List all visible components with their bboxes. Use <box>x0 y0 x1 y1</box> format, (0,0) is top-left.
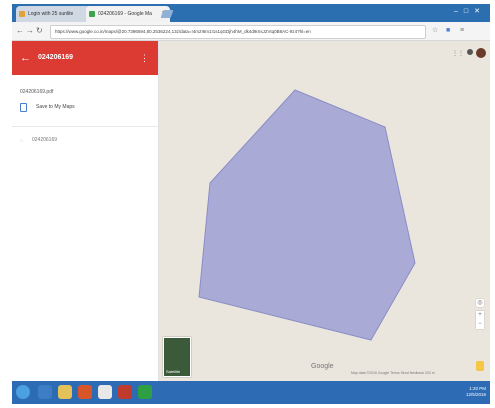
save-label: Save to My Maps <box>36 104 75 110</box>
more-options-icon[interactable]: ⋮ <box>140 52 149 64</box>
back-arrow-icon[interactable]: ← <box>20 52 31 64</box>
maps-favicon-icon <box>89 11 95 17</box>
avatar[interactable] <box>476 48 486 58</box>
street-view-pegman-icon[interactable] <box>476 361 484 371</box>
app-icon[interactable] <box>118 385 132 399</box>
my-location-icon[interactable]: ◎ <box>476 299 484 307</box>
browser-tab-strip: Login with 25 sunlite ✕ 024206169 - Goog… <box>12 4 490 22</box>
browser-tab-maps[interactable]: 024206169 - Google Ma ✕ <box>86 6 170 22</box>
star-icon[interactable]: ☆ <box>432 26 438 36</box>
apps-grid-icon[interactable]: ⋮⋮ <box>452 50 464 57</box>
back-arrow-icon[interactable]: ← <box>16 26 24 36</box>
menu-icon[interactable]: ≡ <box>460 26 464 36</box>
zoom-control: + − <box>476 311 484 329</box>
zoom-in-button[interactable]: + <box>476 311 484 320</box>
ie-icon[interactable] <box>38 385 52 399</box>
sidebar-title: 024206169 <box>38 54 74 61</box>
system-clock[interactable]: 1:20 PM 12/5/2016 <box>466 386 486 398</box>
tab-label: 024206169 - Google Ma <box>98 11 152 17</box>
tab-favicon-icon <box>19 11 25 17</box>
google-logo: Google <box>311 363 334 370</box>
boundary-polygon[interactable] <box>198 89 416 341</box>
clock-date: 12/5/2016 <box>465 392 486 397</box>
map-canvas[interactable]: ⋮⋮ Satellite Google Map data ©2016 Googl… <box>159 41 490 381</box>
satellite-label: Satellite <box>166 369 181 374</box>
new-tab-button[interactable] <box>160 10 174 18</box>
address-bar: ← → ↻ https://www.google.co.in/maps/@20.… <box>12 22 490 41</box>
sidebar-header: ← 024206169 ⋮ <box>12 41 158 75</box>
layer-icon: ◌ <box>20 138 23 144</box>
extension-icon[interactable]: ■ <box>446 26 450 36</box>
forward-arrow-icon[interactable]: → <box>26 26 34 36</box>
map-svg <box>198 89 416 341</box>
notifications-icon[interactable] <box>467 49 473 55</box>
reload-icon[interactable]: ↻ <box>36 26 43 36</box>
map-sidebar: ← 024206169 ⋮ 024206169.pdf Save to My M… <box>12 41 159 381</box>
map-attribution: Map data ©2016 Google Terms Send feedbac… <box>351 371 435 375</box>
windows-taskbar: 1:20 PM 12/5/2016 <box>12 381 490 404</box>
file-explorer-icon[interactable] <box>58 385 72 399</box>
chrome-icon[interactable] <box>98 385 112 399</box>
map-file-icon <box>20 103 27 112</box>
divider <box>12 126 158 127</box>
tab-label: Login with 25 sunlite <box>28 11 74 17</box>
start-button[interactable] <box>16 385 30 399</box>
url-input[interactable]: https://www.google.co.in/maps/@20.739659… <box>50 25 426 39</box>
sidebar-subtitle: 024206169.pdf <box>20 89 54 95</box>
app-icon[interactable] <box>138 385 152 399</box>
zoom-out-button[interactable]: − <box>476 320 484 329</box>
media-player-icon[interactable] <box>78 385 92 399</box>
layer-item-label: 024206169 <box>32 137 58 143</box>
window-controls[interactable]: –□✕ <box>454 7 486 15</box>
satellite-toggle-button[interactable]: Satellite <box>163 337 191 377</box>
desktop-screen: Login with 25 sunlite ✕ 024206169 - Goog… <box>12 4 490 404</box>
